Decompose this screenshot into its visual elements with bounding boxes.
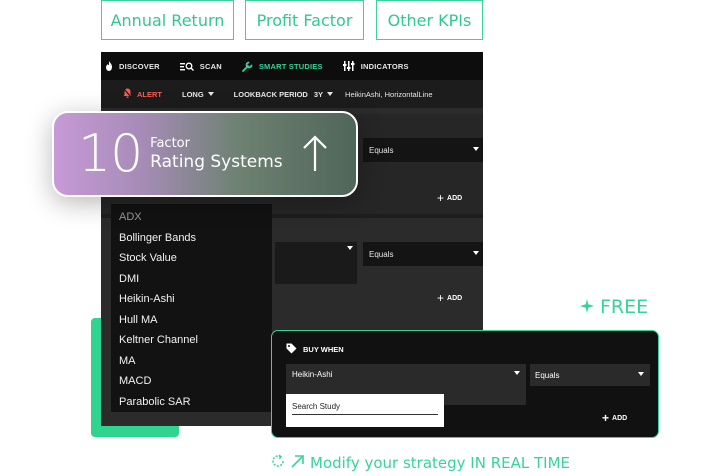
search-study-dropdown[interactable]: Search Study — [286, 394, 444, 427]
rating-text: Factor Rating Systems — [150, 136, 282, 172]
list-item[interactable]: Parabolic SAR — [111, 392, 272, 413]
buy-when-card: BUY WHEN Heikin-Ashi Equals Search Study… — [271, 330, 659, 438]
chevron-down-icon — [327, 92, 334, 96]
cta-text: Modify your strategy IN REAL TIME — [310, 454, 571, 472]
add-label: ADD — [447, 194, 463, 202]
chevron-down-icon — [207, 92, 214, 96]
list-item[interactable]: DMI — [111, 269, 272, 290]
tab-other-kpis[interactable]: Other KPIs — [376, 0, 483, 40]
list-item[interactable]: MACD — [111, 371, 272, 392]
operator-select[interactable]: Equals — [530, 364, 650, 386]
operator-select[interactable]: Equals — [363, 242, 483, 266]
tag-icon — [286, 343, 297, 356]
indicators-icon — [342, 61, 355, 71]
bell-off-icon — [123, 88, 132, 100]
add-label: ADD — [612, 414, 628, 422]
refresh-icon — [271, 454, 285, 472]
selected-studies: HeikinAshi, HorizontalLine — [345, 89, 433, 99]
selected-study: Heikin-Ashi — [292, 370, 333, 379]
tab-profit-factor[interactable]: Profit Factor — [245, 0, 364, 40]
buy-when-label: BUY WHEN — [303, 345, 344, 354]
operator-value: Equals — [369, 249, 394, 259]
nav-item-smart-studies[interactable]: SMART STUDIES — [241, 61, 323, 72]
rating-line-2: Rating Systems — [150, 152, 283, 172]
add-label: ADD — [447, 294, 463, 302]
top-nav: DISCOVER SCAN SMART STUDIES INDICATORS — [101, 52, 483, 80]
flame-icon — [105, 61, 113, 71]
operator-value: Equals — [369, 145, 394, 155]
lookback-label: LOOKBACK PERIOD — [233, 89, 308, 99]
nav-label: INDICATORS — [360, 61, 409, 71]
chevron-down-icon — [347, 246, 353, 250]
modify-strategy-cta: Modify your strategy IN REAL TIME — [271, 454, 570, 472]
direction-value: LONG — [182, 89, 204, 99]
direction-dropdown[interactable]: LONG — [182, 90, 214, 99]
list-item[interactable]: Bollinger Bands — [111, 228, 272, 249]
list-item[interactable]: MA — [111, 351, 272, 372]
chevron-down-icon — [473, 147, 479, 151]
chevron-down-icon — [638, 372, 644, 376]
rating-line-1: Factor — [150, 136, 190, 151]
list-item[interactable]: Hull MA — [111, 310, 272, 331]
operator-value: Equals — [535, 370, 560, 380]
nav-item-discover[interactable]: DISCOVER — [105, 61, 160, 71]
operator-select[interactable]: Equals — [363, 138, 483, 162]
plus-icon: + — [602, 411, 610, 425]
chevron-down-icon — [514, 371, 520, 375]
list-item[interactable]: Keltner Channel — [111, 330, 272, 351]
strategy-toolbar: ALERT LONG LOOKBACK PERIOD 3Y HeikinAshi… — [101, 80, 483, 108]
plus-icon: + — [437, 191, 445, 205]
nav-label: SCAN — [199, 61, 222, 71]
tab-annual-return[interactable]: Annual Return — [101, 0, 234, 40]
free-badge: FREE — [580, 296, 648, 318]
alert-toggle[interactable]: ALERT — [123, 88, 162, 100]
list-item[interactable]: Stock Value — [111, 248, 272, 269]
sparkle-icon — [580, 296, 594, 318]
wrench-icon — [241, 61, 253, 72]
alert-label: ALERT — [137, 89, 162, 99]
chevron-down-icon — [473, 251, 479, 255]
nav-label: SMART STUDIES — [258, 61, 323, 71]
list-item[interactable]: Heikin-Ashi — [111, 289, 272, 310]
study-dropdown-list: ADX Bollinger Bands Stock Value DMI Heik… — [111, 204, 272, 412]
nav-item-indicators[interactable]: INDICATORS — [342, 61, 409, 71]
add-button[interactable]: + ADD — [437, 292, 462, 304]
list-item[interactable]: ADX — [111, 207, 272, 228]
buy-when-title: BUY WHEN — [286, 343, 344, 356]
scan-icon — [179, 62, 194, 71]
lookback-value: 3Y — [313, 89, 324, 99]
study-select[interactable] — [275, 242, 357, 284]
plus-icon: + — [437, 291, 445, 305]
rating-systems-card: 10 Factor Rating Systems — [52, 111, 358, 197]
lookback-dropdown[interactable]: 3Y — [313, 89, 334, 99]
rating-count: 10 — [78, 124, 143, 184]
arrow-up-icon — [302, 135, 328, 178]
search-study-input[interactable]: Search Study — [292, 402, 438, 415]
free-label: FREE — [600, 296, 649, 318]
nav-item-scan[interactable]: SCAN — [179, 61, 222, 71]
add-button[interactable]: + ADD — [437, 192, 462, 204]
add-button[interactable]: + ADD — [602, 411, 627, 425]
nav-label: DISCOVER — [119, 61, 160, 71]
arrow-up-right-icon — [291, 454, 304, 472]
